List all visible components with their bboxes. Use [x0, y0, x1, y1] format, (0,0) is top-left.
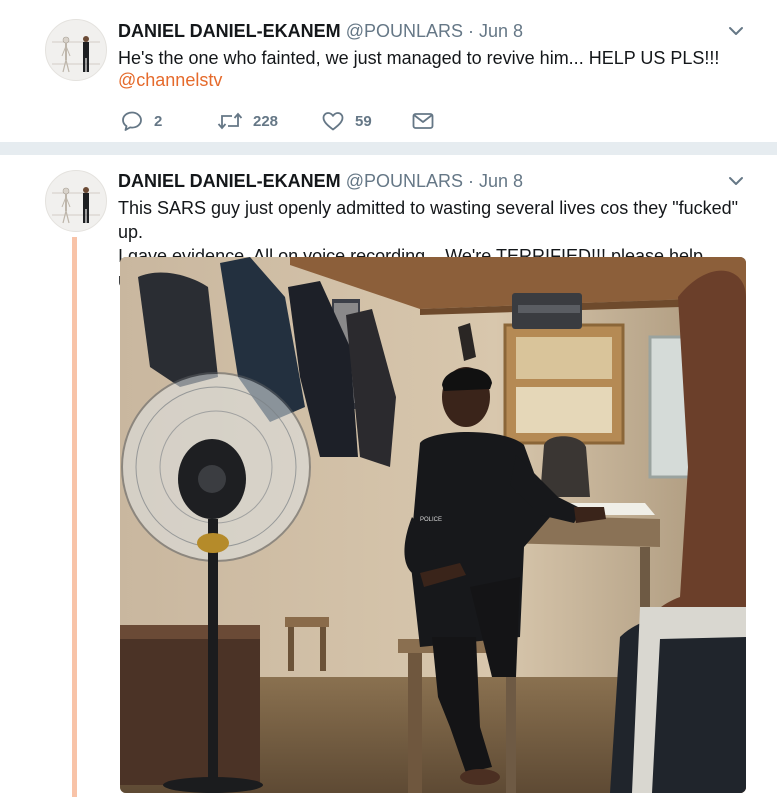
- reply-button[interactable]: 2: [120, 110, 217, 132]
- tweet-actions: 2 228 59: [120, 109, 435, 133]
- tweet-date[interactable]: Jun 8: [479, 171, 523, 191]
- heart-icon: [321, 110, 345, 132]
- tweet-photo[interactable]: POLICE: [120, 257, 746, 793]
- tweet-header: DANIEL DANIEL-EKANEM @POUNLARS · Jun 8: [118, 20, 523, 42]
- tweet-date[interactable]: Jun 8: [479, 21, 523, 41]
- display-name[interactable]: DANIEL DANIEL-EKANEM: [118, 21, 341, 41]
- retweet-icon: [217, 110, 243, 132]
- shirt-text: POLICE: [420, 517, 442, 523]
- handle[interactable]: @POUNLARS: [346, 21, 463, 41]
- chevron-down-icon[interactable]: [725, 170, 747, 192]
- retweet-count: 228: [253, 112, 279, 130]
- tweet-text-line: This SARS guy just openly admitted to wa…: [118, 198, 739, 242]
- avatar[interactable]: [45, 19, 107, 81]
- tweet-divider: [0, 143, 777, 155]
- thread-line: [72, 237, 77, 797]
- tweet-text: He's the one who fainted, we just manage…: [118, 48, 720, 68]
- display-name[interactable]: DANIEL DANIEL-EKANEM: [118, 171, 341, 191]
- handle[interactable]: @POUNLARS: [346, 171, 463, 191]
- direct-message-button[interactable]: [411, 110, 435, 132]
- reply-icon: [120, 110, 144, 132]
- tweet-header: DANIEL DANIEL-EKANEM @POUNLARS · Jun 8: [118, 170, 523, 192]
- avatar[interactable]: [45, 170, 107, 232]
- mention-link[interactable]: @channelstv: [118, 70, 222, 91]
- dot-separator: ·: [468, 21, 475, 41]
- dot-separator: ·: [468, 171, 475, 191]
- retweet-button[interactable]: 228: [217, 110, 321, 132]
- reply-count: 2: [154, 112, 163, 130]
- tweet[interactable]: DANIEL DANIEL-EKANEM @POUNLARS · Jun 8 H…: [0, 0, 777, 143]
- envelope-icon: [411, 110, 435, 132]
- tweet[interactable]: DANIEL DANIEL-EKANEM @POUNLARS · Jun 8 T…: [0, 155, 777, 797]
- like-count: 59: [355, 112, 372, 130]
- like-button[interactable]: 59: [321, 110, 411, 132]
- chevron-down-icon[interactable]: [725, 20, 747, 42]
